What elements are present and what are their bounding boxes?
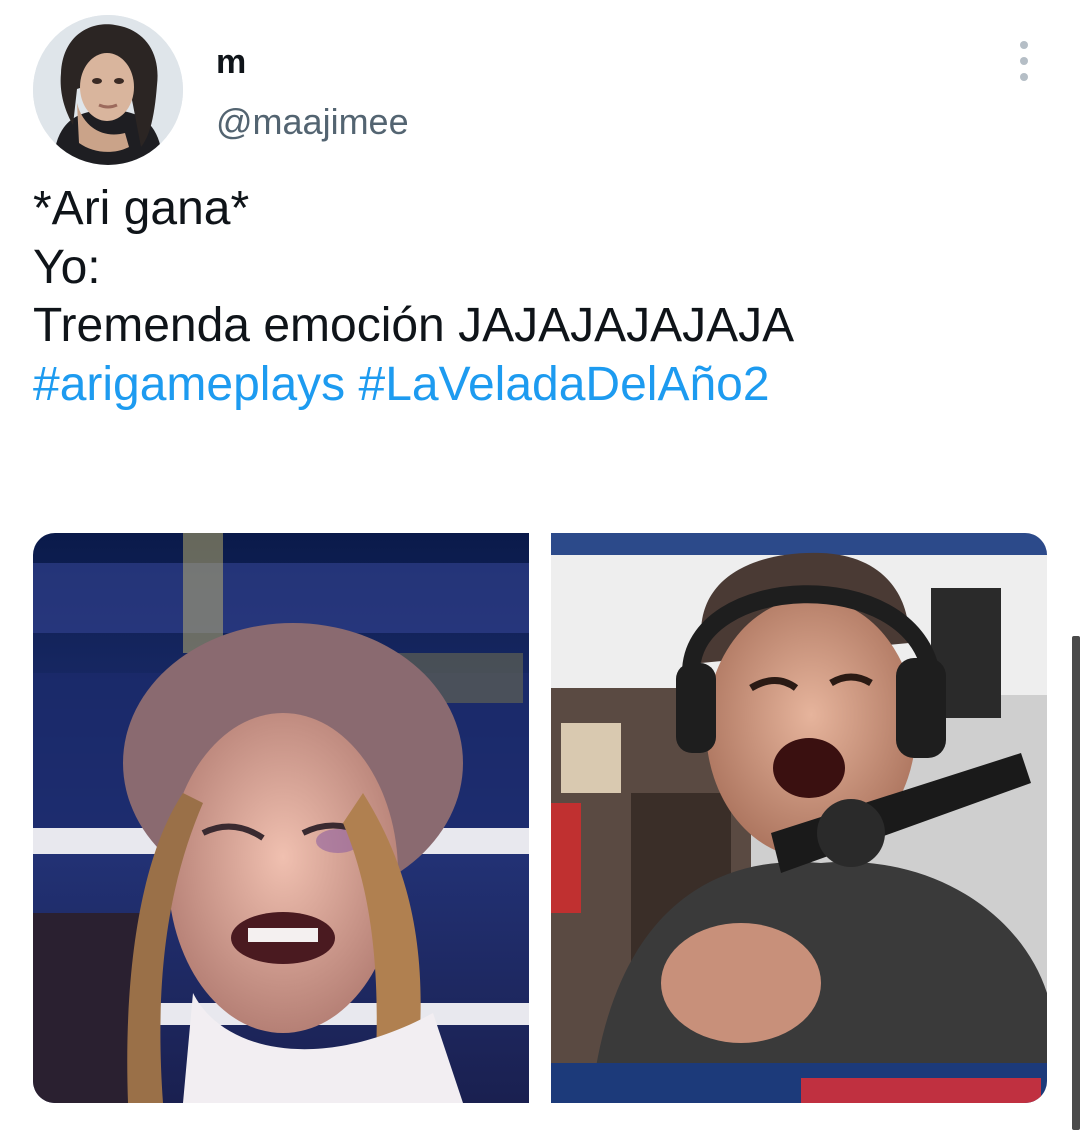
dot-icon xyxy=(1020,41,1028,49)
dot-icon xyxy=(1020,73,1028,81)
scrollbar[interactable] xyxy=(1072,636,1080,1130)
hashtag-arigameplays[interactable]: #arigameplays xyxy=(33,358,345,411)
tweet-line: Tremenda emoción JAJAJAJAJAJA xyxy=(33,299,795,352)
photo-streamer-shouting xyxy=(551,533,1047,1103)
display-name[interactable]: m xyxy=(216,40,246,84)
dot-icon xyxy=(1020,57,1028,65)
user-handle[interactable]: @maajimee xyxy=(216,99,409,145)
avatar[interactable] xyxy=(33,15,183,165)
tweet-line: *Ari gana* xyxy=(33,182,250,235)
media-photo-left[interactable] xyxy=(33,533,529,1103)
user-avatar xyxy=(33,15,183,165)
hashtag-line: #arigameplays #LaVeladaDelAño2 xyxy=(33,356,1053,415)
tweet-text: *Ari gana* Yo: Tremenda emoción JAJAJAJA… xyxy=(33,180,1053,414)
tweet-line: Yo: xyxy=(33,240,101,294)
more-options-icon[interactable] xyxy=(1004,38,1044,84)
media-grid xyxy=(33,533,1047,1103)
hashtag-laveladadelano2[interactable]: #LaVeladaDelAño2 xyxy=(359,358,770,411)
media-photo-right[interactable] xyxy=(551,533,1047,1103)
photo-boxer-crying xyxy=(33,533,529,1103)
